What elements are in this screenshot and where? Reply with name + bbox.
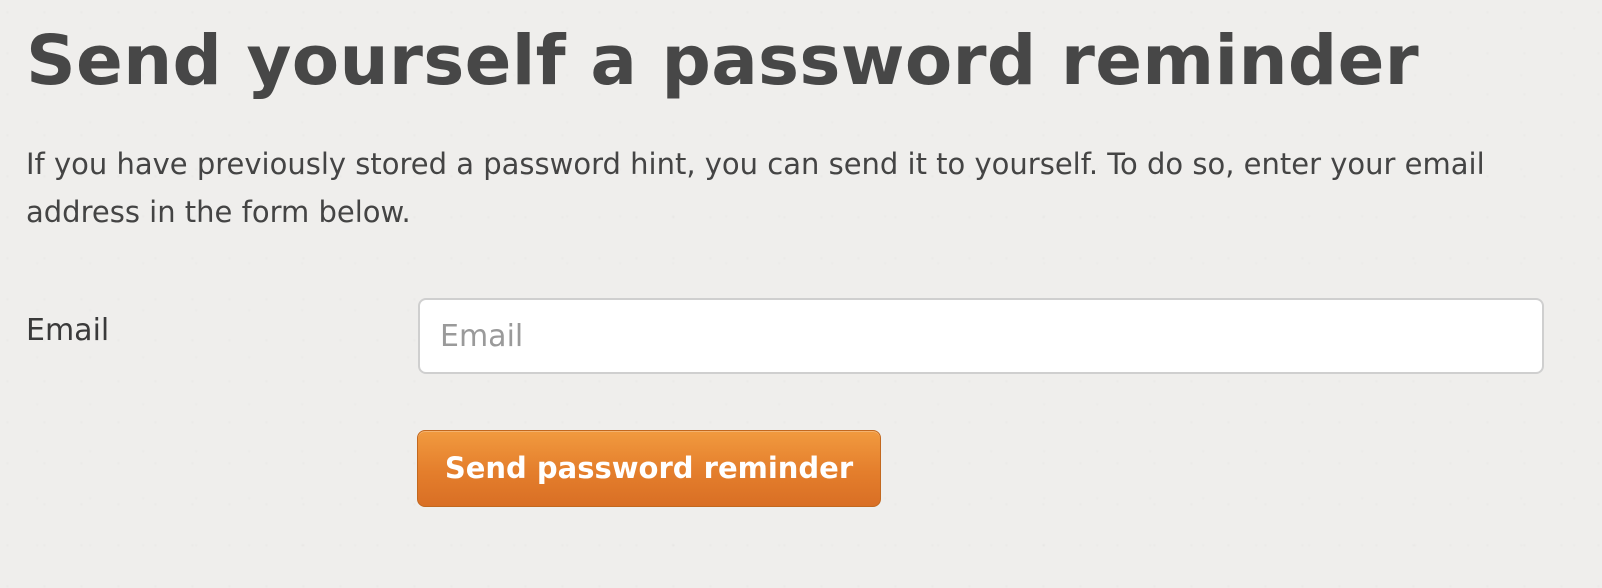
intro-text: If you have previously stored a password… <box>26 147 1485 229</box>
send-password-reminder-button[interactable]: Send password reminder <box>417 430 881 507</box>
email-label: Email <box>26 313 110 348</box>
page-title: Send yourself a password reminder <box>26 21 1419 101</box>
email-field[interactable] <box>418 298 1544 374</box>
